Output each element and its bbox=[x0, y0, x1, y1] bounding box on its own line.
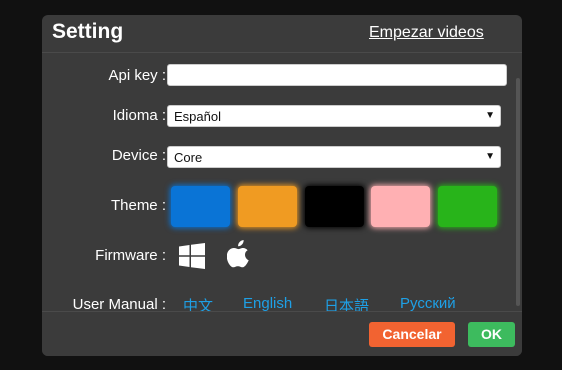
firmware-label: Firmware : bbox=[95, 247, 166, 264]
chevron-down-icon: ▼ bbox=[485, 110, 495, 121]
theme-swatch-black[interactable] bbox=[305, 186, 364, 227]
user-manual-label: User Manual : bbox=[72, 296, 166, 311]
scrollbar[interactable] bbox=[516, 78, 520, 306]
manual-link-japanese[interactable]: 日本語 bbox=[324, 295, 369, 311]
manual-link-chinese[interactable]: 中文 bbox=[183, 295, 213, 311]
api-key-input[interactable] bbox=[167, 64, 507, 86]
theme-swatch-orange[interactable] bbox=[238, 186, 297, 227]
language-label: Idioma : bbox=[112, 107, 166, 124]
language-selected-value: Español bbox=[174, 109, 221, 124]
dialog-title: Setting bbox=[52, 20, 124, 43]
start-videos-link[interactable]: Empezar videos bbox=[369, 24, 484, 42]
api-key-label: Api key : bbox=[108, 67, 166, 84]
dialog-header: Setting Empezar videos bbox=[42, 15, 522, 53]
device-select[interactable]: Core ▼ bbox=[167, 146, 501, 168]
dialog-footer: Cancelar OK bbox=[42, 311, 522, 356]
theme-label: Theme : bbox=[110, 197, 166, 214]
cancel-button[interactable]: Cancelar bbox=[369, 322, 455, 347]
settings-form: Api key : Idioma : Español ▼ Device : Co… bbox=[42, 53, 522, 311]
apple-icon[interactable] bbox=[227, 239, 251, 269]
chevron-down-icon: ▼ bbox=[485, 151, 495, 162]
windows-icon[interactable] bbox=[179, 243, 205, 269]
device-label: Device : bbox=[111, 147, 166, 164]
ok-button[interactable]: OK bbox=[468, 322, 515, 347]
theme-swatch-blue[interactable] bbox=[171, 186, 230, 227]
manual-link-russian[interactable]: Русский bbox=[400, 295, 456, 311]
settings-dialog: Setting Empezar videos Api key : Idioma … bbox=[42, 15, 522, 356]
theme-swatch-green[interactable] bbox=[438, 186, 497, 227]
manual-link-english[interactable]: English bbox=[243, 295, 292, 311]
device-selected-value: Core bbox=[174, 150, 203, 165]
language-select[interactable]: Español ▼ bbox=[167, 105, 501, 127]
theme-swatch-pink[interactable] bbox=[371, 186, 430, 227]
